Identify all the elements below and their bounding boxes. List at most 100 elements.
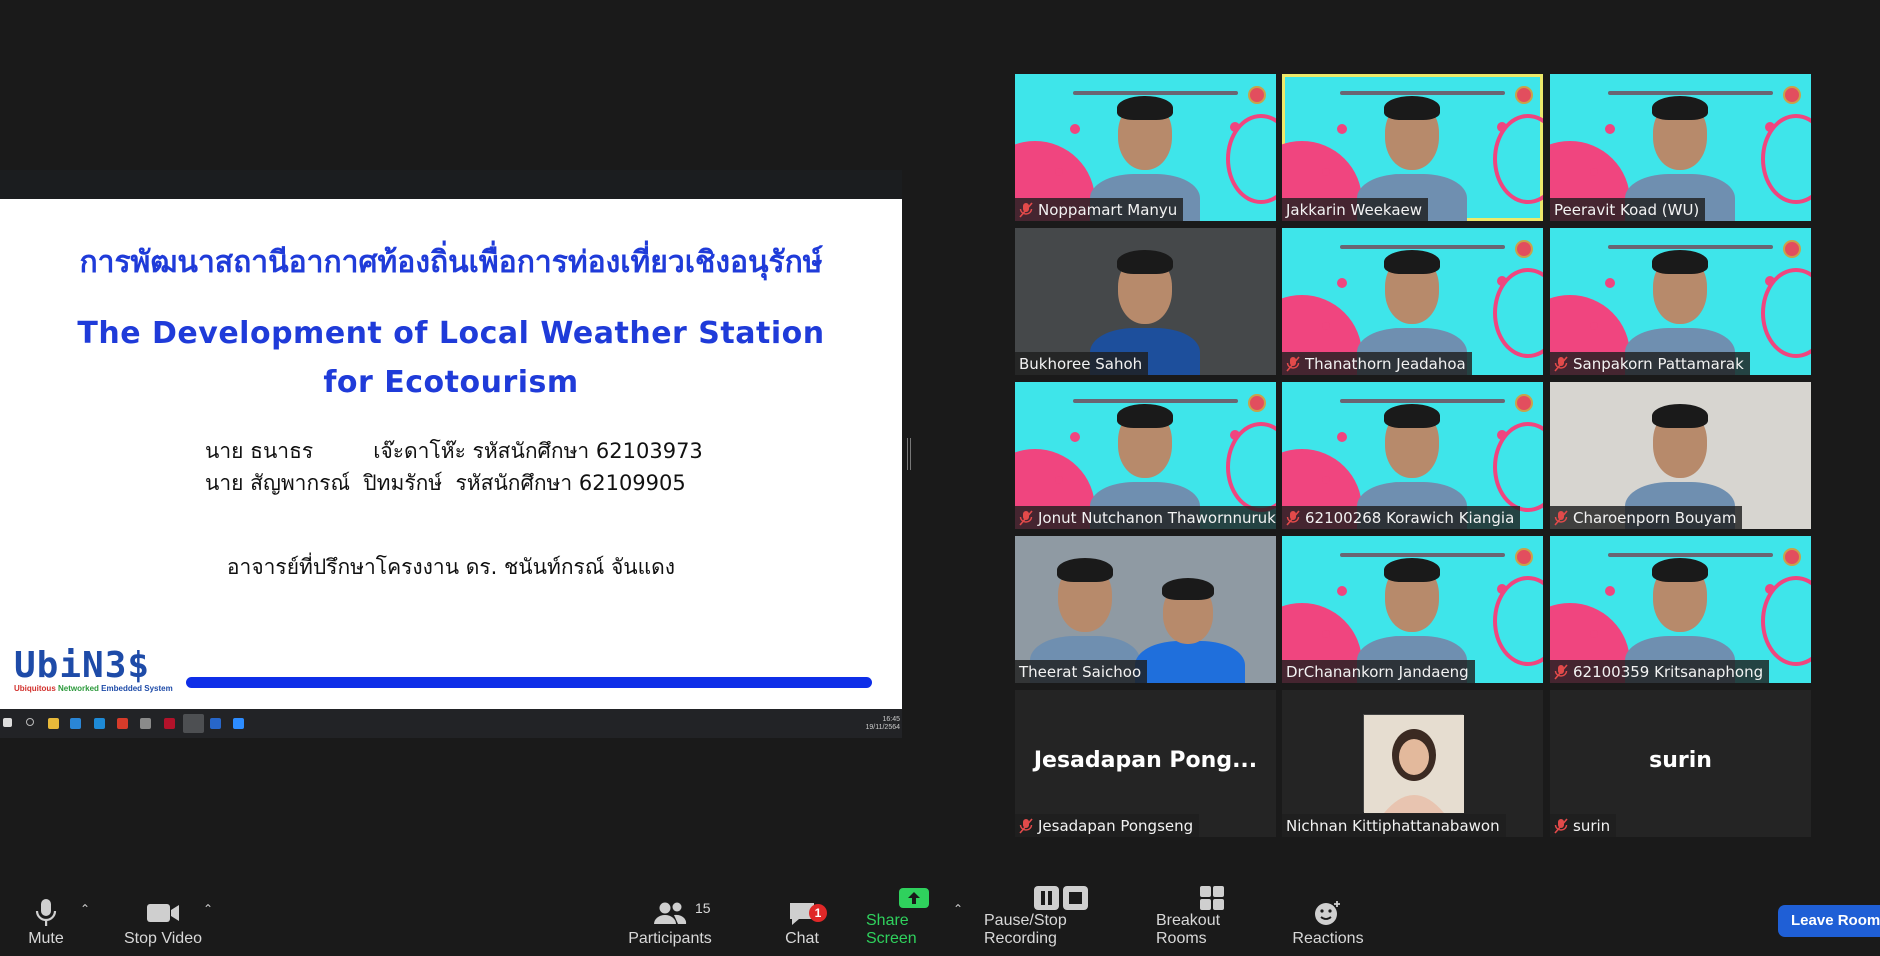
background-dot <box>1337 586 1347 596</box>
participant-tile[interactable]: Thanathorn Jeadahoa <box>1282 228 1543 375</box>
participant-name: Theerat Saichoo <box>1019 662 1142 681</box>
background-dot <box>1230 430 1240 440</box>
background-dot <box>1337 278 1347 288</box>
chat-button[interactable]: 1 Chat <box>780 884 827 956</box>
participant-tile[interactable]: Jonut Nutchanon Thawornnuruk <box>1015 382 1276 529</box>
pause-stop-recording-label: Pause/Stop Recording <box>984 912 1067 947</box>
participants-icon: 15 <box>653 896 711 930</box>
taskbar-folder-icon <box>48 718 59 729</box>
muted-microphone-icon <box>1019 509 1033 526</box>
chat-icon: 1 <box>787 896 827 930</box>
taskbar-mail-icon <box>70 718 81 729</box>
background-dot <box>1055 168 1063 176</box>
slide-advisor: อาจารย์ที่ปรึกษาโครงงาน ดร. ชนันท์กรณ์ จ… <box>226 555 676 579</box>
taskbar-date: 19/11/2564 <box>865 724 900 731</box>
background-dot <box>1590 322 1598 330</box>
participants-count: 15 <box>695 900 711 916</box>
muted-microphone-icon <box>1554 663 1568 680</box>
pause-stop-icon <box>1033 884 1089 912</box>
background-dot <box>1055 476 1063 484</box>
mute-button[interactable]: Mute <box>18 884 74 956</box>
participant-name-bar: Thanathorn Jeadahoa <box>1282 352 1472 375</box>
participants-button[interactable]: 15 Participants <box>628 884 712 956</box>
participant-name: surin <box>1573 816 1611 835</box>
participant-display-name: Jesadapan Pong... <box>1033 748 1258 773</box>
participant-name-bar: Noppamart Manyu <box>1015 198 1184 221</box>
background-dot <box>1605 586 1615 596</box>
participant-name: Bukhoree Sahoh <box>1019 354 1143 373</box>
participant-name-bar: Jesadapan Pongseng <box>1015 814 1200 837</box>
participant-name-bar: 62100359 Kritsanaphong <box>1550 660 1770 683</box>
university-seal-icon <box>1783 86 1801 104</box>
muted-microphone-icon <box>1554 509 1568 526</box>
background-dot <box>1070 432 1080 442</box>
leave-room-button[interactable]: Leave Room <box>1778 905 1880 937</box>
participant-display-name: surin <box>1649 748 1712 773</box>
participant-name-bar: Bukhoree Sahoh <box>1015 352 1149 375</box>
participant-profile-photo <box>1363 714 1464 813</box>
participant-name-bar: Nichnan Kittiphattanabawon <box>1282 814 1506 837</box>
participant-tile[interactable]: surin surin <box>1550 690 1811 837</box>
chat-unread-badge: 1 <box>809 904 827 922</box>
logo-sub-ubiquitous: Ubiquitous <box>14 684 56 693</box>
pause-stop-recording-button[interactable]: Pause/Stop Recording <box>984 884 1138 956</box>
breakout-rooms-button[interactable]: Breakout Rooms <box>1156 884 1268 956</box>
participant-tile[interactable]: Sanpakorn Pattamarak <box>1550 228 1811 375</box>
background-dot <box>1590 168 1598 176</box>
participant-tile[interactable]: Jakkarin Weekaew <box>1282 74 1543 221</box>
taskbar-clock: 16:45 19/11/2564 <box>865 716 900 732</box>
splitter-handle[interactable] <box>907 438 911 470</box>
participant-name-bar: 62100268 Korawich Kiangia <box>1282 506 1521 529</box>
university-seal-icon <box>1783 548 1801 566</box>
reactions-button[interactable]: Reactions <box>1292 884 1364 956</box>
participant-tile[interactable]: Theerat Saichoo <box>1015 536 1276 683</box>
muted-microphone-icon <box>1019 201 1033 218</box>
university-seal-icon <box>1515 548 1533 566</box>
muted-microphone-icon <box>1554 817 1568 834</box>
participant-tile[interactable]: DrChanankorn Jandaeng <box>1282 536 1543 683</box>
share-screen-label: Share Screen <box>866 912 917 947</box>
shared-screen: การพัฒนาสถานีอากาศท้องถิ่นเพื่อการท่องเท… <box>0 170 902 738</box>
background-dot <box>1765 584 1775 594</box>
participant-tile[interactable]: Nichnan Kittiphattanabawon <box>1282 690 1543 837</box>
background-dot <box>1322 476 1330 484</box>
participant-tile[interactable]: Charoenporn Bouyam <box>1550 382 1811 529</box>
participant-name: Thanathorn Jeadahoa <box>1305 354 1466 373</box>
participant-tile[interactable]: Noppamart Manyu <box>1015 74 1276 221</box>
participant-tile[interactable]: Bukhoree Sahoh <box>1015 228 1276 375</box>
audio-options-caret-icon[interactable]: ⌃ <box>80 902 90 916</box>
video-camera-icon <box>146 896 180 930</box>
ubin3s-logo: UbiN3$ Ubiquitous Networked Embedded Sys… <box>14 648 173 694</box>
participant-tile[interactable]: Peeravit Koad (WU) <box>1550 74 1811 221</box>
participant-name-bar: Peeravit Koad (WU) <box>1550 198 1706 221</box>
background-dot <box>1497 276 1507 286</box>
taskbar-search-icon <box>26 718 34 726</box>
breakout-rooms-label: Breakout Rooms <box>1156 912 1221 947</box>
participant-tile[interactable]: Jesadapan Pong... Jesadapan Pongseng <box>1015 690 1276 837</box>
background-dot <box>1497 430 1507 440</box>
shared-windows-taskbar: 16:45 19/11/2564 <box>0 709 902 738</box>
slide-student-1: นาย ธนาธร เจ๊ะดาโห๊ะ รหัสนักศึกษา 621039… <box>205 439 703 463</box>
microphone-icon <box>35 896 57 930</box>
taskbar-time: 16:45 <box>882 716 900 723</box>
logo-sub-networked: Networked <box>58 684 99 693</box>
background-dot <box>1322 168 1330 176</box>
share-options-caret-icon[interactable]: ⌃ <box>953 902 963 916</box>
muted-microphone-icon <box>1286 355 1300 372</box>
background-dot <box>1765 122 1775 132</box>
participant-tile[interactable]: 62100268 Korawich Kiangia <box>1282 382 1543 529</box>
video-options-caret-icon[interactable]: ⌃ <box>203 902 213 916</box>
background-dot <box>1337 432 1347 442</box>
participant-name: Peeravit Koad (WU) <box>1554 200 1700 219</box>
background-dot <box>1322 630 1330 638</box>
participant-tile[interactable]: 62100359 Kritsanaphong <box>1550 536 1811 683</box>
background-dot <box>1765 276 1775 286</box>
share-screen-button[interactable]: Share Screen <box>866 884 962 956</box>
taskbar-pdf-icon <box>164 718 175 729</box>
stop-video-button[interactable]: Stop Video <box>122 884 204 956</box>
participant-name: 62100359 Kritsanaphong <box>1573 662 1764 681</box>
logo-sub-embedded: Embedded System <box>101 684 173 693</box>
background-dot <box>1605 124 1615 134</box>
participant-name: Jakkarin Weekaew <box>1286 200 1423 219</box>
chat-label: Chat <box>785 930 819 947</box>
